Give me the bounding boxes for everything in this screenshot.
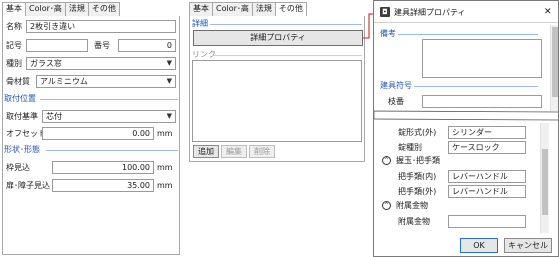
cylinder-outer-label: 錠形式(外) <box>398 128 437 137</box>
lower-scrollbar[interactable] <box>540 123 549 233</box>
handle-inner-input[interactable]: レバーハンドル <box>448 170 526 183</box>
app-icon: ◘ <box>380 7 390 17</box>
remarks-label: 備考 <box>380 29 396 38</box>
scrollbar-thumb[interactable] <box>552 27 558 97</box>
dialog-title: 建具詳細プロパティ <box>394 8 466 17</box>
handle-inner-label: 把手類(内) <box>398 172 437 181</box>
upper-scrollbar[interactable] <box>550 25 558 111</box>
ok-button[interactable]: OK <box>460 238 498 253</box>
fitting-detail-dialog: ◘ 建具詳細プロパティ ✕ 備考 建具符号 枝番 錠形式(外) シリンダー 錠種… <box>373 0 559 257</box>
torn-edge-break <box>374 110 558 121</box>
dialog-title-bar: ◘ 建具詳細プロパティ ✕ <box>374 1 558 23</box>
collapse-icon[interactable]: ^ <box>382 156 391 165</box>
lock-type-label: 錠種別 <box>398 143 422 152</box>
accessory-input[interactable] <box>448 215 526 228</box>
accessory-label: 附属金物 <box>398 217 430 226</box>
close-icon[interactable]: ✕ <box>544 7 552 17</box>
fitting-code-label: 建具符号 <box>380 81 412 90</box>
scrollbar-thumb[interactable] <box>542 149 548 215</box>
accessory-group-label: 附属金物 <box>396 201 428 210</box>
section-divider <box>414 86 538 87</box>
handle-outer-label: 把手類(外) <box>398 187 437 196</box>
section-divider <box>398 34 538 35</box>
cancel-button[interactable]: キャンセル <box>504 238 552 253</box>
frame-number-input[interactable] <box>422 95 542 108</box>
frame-number-label: 枝番 <box>388 97 404 106</box>
handle-group-label: 握玉･把手類 <box>396 156 440 165</box>
lock-type-input[interactable]: ケースロック <box>448 141 526 154</box>
remarks-textarea[interactable] <box>422 39 542 78</box>
collapse-icon[interactable]: ^ <box>382 201 391 210</box>
cylinder-outer-input[interactable]: シリンダー <box>448 126 526 139</box>
handle-outer-input[interactable]: レバーハンドル <box>448 185 526 198</box>
